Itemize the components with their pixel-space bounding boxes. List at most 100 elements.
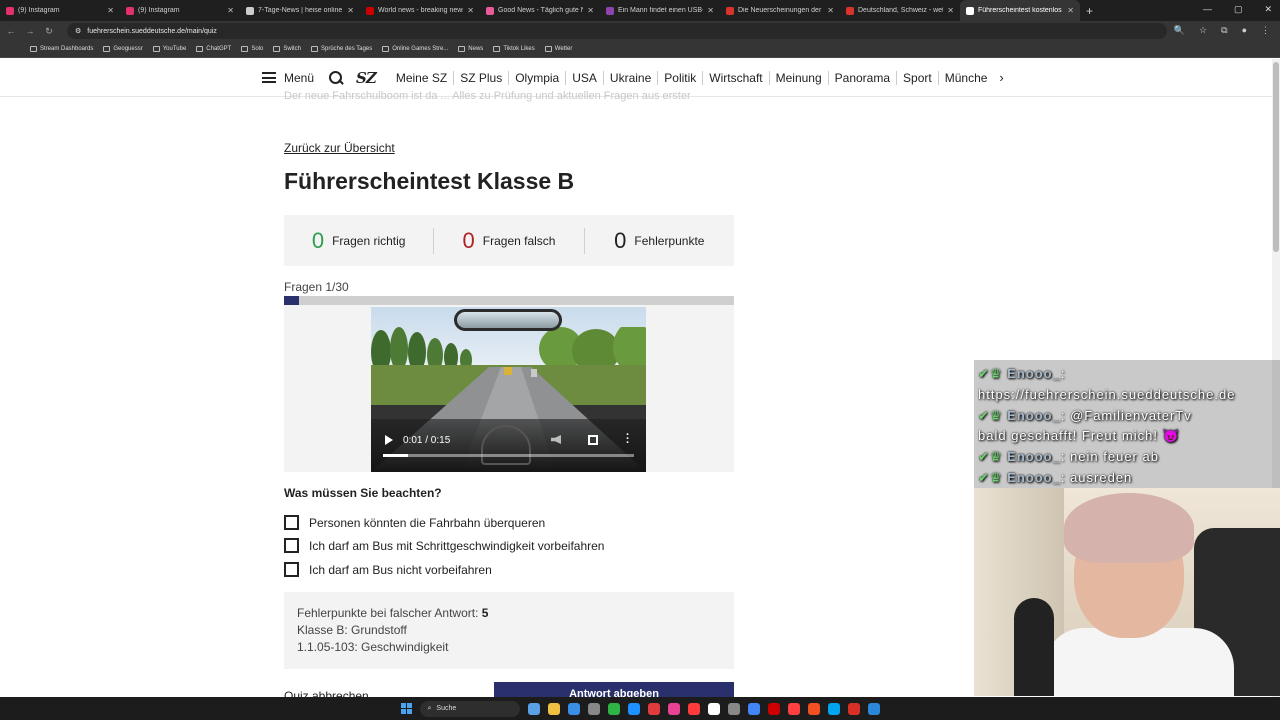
zoom-icon[interactable]: 🔍 bbox=[1174, 25, 1185, 36]
browser-tab[interactable]: 7-Tage-News | heise online ✕ bbox=[240, 0, 360, 21]
tab-close-icon[interactable]: ✕ bbox=[347, 6, 354, 15]
tab-close-icon[interactable]: ✕ bbox=[827, 6, 834, 15]
nav-link[interactable]: Meinung bbox=[768, 70, 828, 85]
tab-close-icon[interactable]: ✕ bbox=[587, 6, 594, 15]
taskbar-app-icon[interactable] bbox=[587, 702, 600, 715]
fullscreen-icon[interactable] bbox=[588, 435, 598, 445]
bookmark-star-icon[interactable]: ☆ bbox=[1199, 25, 1207, 36]
nav-link[interactable]: USA bbox=[565, 70, 603, 85]
scrollbar-thumb[interactable] bbox=[1273, 62, 1279, 252]
bookmark-item[interactable]: Stream Dashboards bbox=[30, 46, 93, 52]
taskbar-app-icon[interactable] bbox=[847, 702, 860, 715]
back-icon[interactable]: ← bbox=[3, 26, 19, 36]
tab-close-icon[interactable]: ✕ bbox=[227, 6, 234, 15]
volume-icon[interactable] bbox=[551, 435, 561, 444]
tab-close-icon[interactable]: ✕ bbox=[707, 6, 714, 15]
windows-start-icon[interactable] bbox=[400, 703, 412, 714]
close-window-icon[interactable]: ✕ bbox=[1264, 4, 1272, 15]
bookmark-item[interactable]: ChatGPT bbox=[196, 46, 231, 52]
taskbar-app-icon[interactable] bbox=[867, 702, 880, 715]
video-more-icon[interactable]: · · · bbox=[626, 430, 630, 449]
browser-tab[interactable]: Die Neuerscheinungen der Wo ✕ bbox=[720, 0, 840, 21]
bookmark-item[interactable]: News bbox=[458, 46, 483, 52]
nav-link[interactable]: Ukraine bbox=[602, 70, 657, 85]
answer-option-3[interactable]: Ich darf am Bus nicht vorbeifahren bbox=[284, 562, 492, 577]
nav-link[interactable]: Olympia bbox=[508, 70, 565, 85]
nav-link[interactable]: Sport bbox=[896, 70, 938, 85]
browser-tab[interactable]: Deutschland, Schweiz - wetter.✕ bbox=[840, 0, 960, 21]
taskbar-app-icon[interactable] bbox=[707, 702, 720, 715]
taskbar-app-icon[interactable] bbox=[687, 702, 700, 715]
taskbar-app-icon[interactable] bbox=[547, 702, 560, 715]
maximize-icon[interactable]: ▢ bbox=[1234, 4, 1243, 15]
taskbar-app-icon[interactable] bbox=[827, 702, 840, 715]
site-info-icon[interactable]: ⚙ bbox=[75, 27, 81, 35]
extensions-icon[interactable]: ⧉ bbox=[1221, 25, 1227, 36]
answer-checkbox[interactable] bbox=[284, 562, 299, 577]
browser-tab[interactable]: Führerscheintest kostenlos onli ✕ bbox=[960, 0, 1080, 21]
taskbar-app-icon[interactable] bbox=[807, 702, 820, 715]
forward-icon[interactable]: → bbox=[22, 26, 38, 36]
taskbar-app-icon[interactable] bbox=[627, 702, 640, 715]
play-icon[interactable] bbox=[385, 435, 393, 445]
chat-text: : bbox=[1060, 366, 1066, 381]
tab-close-icon[interactable]: ✕ bbox=[947, 6, 954, 15]
nav-link[interactable]: Panorama bbox=[827, 70, 896, 85]
reload-icon[interactable]: ↻ bbox=[41, 26, 57, 37]
chat-text: : ausreden bbox=[1060, 469, 1133, 485]
bookmark-item[interactable]: Geoguessr bbox=[103, 46, 143, 52]
bookmark-item[interactable]: Online Games Stre... bbox=[382, 46, 448, 52]
nav-link[interactable]: SZ Plus bbox=[453, 70, 508, 85]
bookmark-item[interactable]: Solo bbox=[241, 46, 263, 52]
sz-logo[interactable]: SZ bbox=[356, 69, 377, 87]
chevron-right-icon[interactable]: › bbox=[999, 70, 1003, 85]
menu-button[interactable]: Menü bbox=[284, 71, 314, 85]
url-field[interactable]: ⚙ fuehrerschein.sueddeutsche.de/main/qui… bbox=[67, 23, 1167, 39]
answer-checkbox[interactable] bbox=[284, 538, 299, 553]
taskbar-app-icon[interactable] bbox=[567, 702, 580, 715]
nav-link[interactable]: Münche bbox=[937, 70, 994, 85]
tab-close-icon[interactable]: ✕ bbox=[1067, 6, 1074, 15]
profile-icon[interactable]: ● bbox=[1242, 25, 1247, 36]
chat-message: ✔♛ Enooo_: @FamilienvaterTv bbox=[978, 406, 1276, 427]
video-seek-bar[interactable] bbox=[383, 454, 634, 457]
bookmark-item[interactable]: Tiktok Likes bbox=[493, 46, 535, 52]
taskbar-app-icon[interactable] bbox=[727, 702, 740, 715]
taskbar-app-icon[interactable] bbox=[787, 702, 800, 715]
taskbar-app-icon[interactable] bbox=[767, 702, 780, 715]
taskbar-app-icon[interactable] bbox=[647, 702, 660, 715]
bookmark-item[interactable]: YouTube bbox=[152, 46, 186, 52]
browser-tab[interactable]: World news - breaking news, vi ✕ bbox=[360, 0, 480, 21]
new-tab-button[interactable]: + bbox=[1086, 4, 1093, 18]
answer-checkbox[interactable] bbox=[284, 515, 299, 530]
taskbar-search[interactable]: ⌕ Suche bbox=[419, 700, 520, 717]
browser-tab[interactable]: Ein Mann findet einen USB-Stic✕ bbox=[600, 0, 720, 21]
hamburger-menu-icon[interactable] bbox=[262, 72, 276, 83]
search-icon[interactable] bbox=[328, 70, 344, 86]
tab-close-icon[interactable]: ✕ bbox=[107, 6, 114, 15]
question-video[interactable]: 0:01 / 0:15 · · · bbox=[371, 307, 646, 472]
chat-text: : @FamilienvaterTv bbox=[1060, 407, 1192, 423]
taskbar-app-icon[interactable] bbox=[667, 702, 680, 715]
bookmark-item[interactable]: Switch bbox=[273, 46, 301, 52]
taskbar-app-icon[interactable] bbox=[527, 702, 540, 715]
submit-answer-button[interactable]: Antwort abgeben bbox=[494, 682, 734, 698]
browser-tab[interactable]: (9) Instagram ✕ bbox=[0, 0, 120, 21]
nav-link[interactable]: Politik bbox=[657, 70, 702, 85]
nav-link[interactable]: Meine SZ bbox=[390, 71, 453, 85]
browser-menu-icon[interactable]: ⋮ bbox=[1261, 25, 1270, 36]
browser-tab[interactable]: Good News - Täglich gute Nach✕ bbox=[480, 0, 600, 21]
back-to-overview-link[interactable]: Zurück zur Übersicht bbox=[284, 141, 395, 155]
error-points-info-label: Fehlerpunkte bei falscher Antwort: bbox=[297, 606, 482, 620]
browser-tab[interactable]: (9) Instagram ✕ bbox=[120, 0, 240, 21]
nav-link[interactable]: Wirtschaft bbox=[702, 70, 768, 85]
taskbar-app-icon[interactable] bbox=[747, 702, 760, 715]
answer-option-1[interactable]: Personen könnten die Fahrbahn überqueren bbox=[284, 515, 545, 530]
bookmark-item[interactable]: Wetter bbox=[544, 46, 572, 52]
answer-option-2[interactable]: Ich darf am Bus mit Schrittgeschwindigke… bbox=[284, 538, 604, 553]
taskbar-app-icon[interactable] bbox=[607, 702, 620, 715]
tab-label: Ein Mann findet einen USB-Stic bbox=[618, 7, 704, 14]
minimize-icon[interactable]: — bbox=[1203, 4, 1212, 15]
tab-close-icon[interactable]: ✕ bbox=[467, 6, 474, 15]
bookmark-item[interactable]: Sprüche des Tages bbox=[311, 46, 372, 52]
